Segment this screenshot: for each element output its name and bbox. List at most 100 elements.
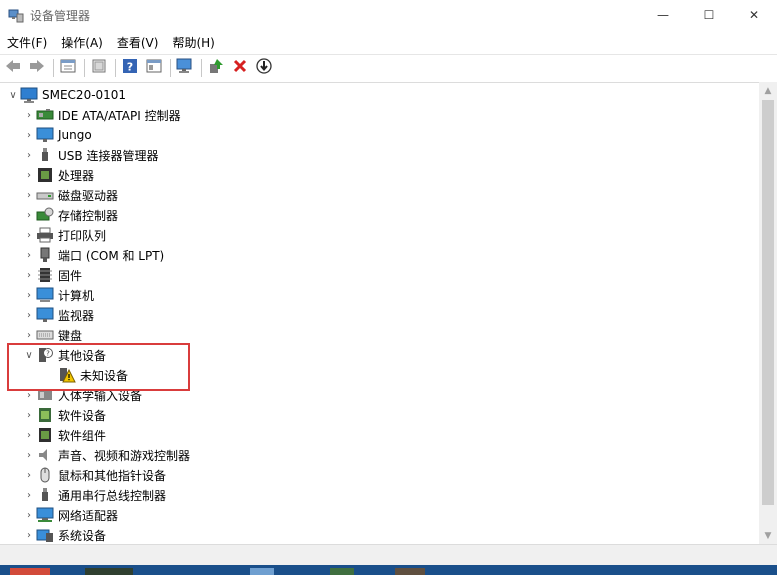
taskbar-app-icon[interactable]	[85, 568, 133, 575]
scan-hardware-button[interactable]	[174, 57, 196, 79]
tree-category[interactable]: › 打印队列	[0, 225, 759, 245]
monitor-icon	[36, 127, 54, 143]
scrollbar-thumb[interactable]	[762, 100, 774, 505]
collapse-toggle-icon[interactable]: ›	[22, 245, 36, 265]
tree-category[interactable]: › USB 连接器管理器	[0, 145, 759, 165]
tree-category[interactable]: › 监视器	[0, 305, 759, 325]
taskbar-app-icon[interactable]	[10, 568, 50, 575]
tree-root[interactable]: ∨ SMEC20-0101	[0, 85, 759, 105]
disable-button[interactable]	[253, 57, 275, 79]
computer-icon	[20, 87, 38, 103]
forward-icon	[28, 58, 46, 77]
svg-text:?: ?	[127, 61, 133, 74]
printer-icon	[36, 227, 54, 243]
collapse-toggle-icon[interactable]: ›	[22, 525, 36, 544]
tree-category[interactable]: › 磁盘驱动器	[0, 185, 759, 205]
menu-action[interactable]: 操作(A)	[54, 31, 110, 53]
collapse-toggle-icon[interactable]: ›	[22, 205, 36, 225]
tree-category[interactable]: › 鼠标和其他指针设备	[0, 465, 759, 485]
tree-category[interactable]: › 通用串行总线控制器	[0, 485, 759, 505]
tree-category[interactable]: › IDE ATA/ATAPI 控制器	[0, 105, 759, 125]
collapse-toggle-icon[interactable]: ›	[22, 145, 36, 165]
forward-button[interactable]	[26, 57, 48, 79]
collapse-toggle-icon[interactable]: ›	[22, 485, 36, 505]
taskbar-app-icon[interactable]	[330, 568, 354, 575]
tree-category[interactable]: › 软件设备	[0, 405, 759, 425]
toolbar: ?	[0, 54, 777, 80]
collapse-toggle-icon[interactable]: ›	[22, 445, 36, 465]
audio-icon	[36, 447, 54, 463]
keyboard-icon	[36, 327, 54, 343]
processor-icon	[36, 167, 54, 183]
collapse-toggle-icon[interactable]: ›	[22, 285, 36, 305]
collapse-toggle-icon[interactable]: ›	[22, 505, 36, 525]
menu-bar: 文件(F) 操作(A) 查看(V) 帮助(H)	[0, 31, 777, 53]
collapse-toggle-icon[interactable]: ›	[22, 325, 36, 345]
toolbar-separator	[170, 58, 171, 77]
print-button[interactable]	[88, 57, 110, 79]
update-driver-button[interactable]	[205, 57, 227, 79]
device-tree-list: ∨ SMEC20-0101 › IDE ATA/ATAPI 控制器 › Jung…	[0, 85, 759, 544]
tree-category[interactable]: › 计算机	[0, 285, 759, 305]
tree-category[interactable]: › 声音、视频和游戏控制器	[0, 445, 759, 465]
collapse-toggle-icon[interactable]: ›	[22, 265, 36, 285]
maximize-button[interactable]: ☐	[686, 0, 732, 30]
uninstall-button[interactable]	[229, 57, 251, 79]
tree-category-label: 通用串行总线控制器	[58, 488, 167, 503]
tree-category[interactable]: › 系统设备	[0, 525, 759, 544]
menu-file[interactable]: 文件(F)	[0, 31, 54, 53]
annotation-highlight-box	[7, 343, 190, 391]
minimize-button[interactable]: —	[640, 0, 686, 30]
software-device-icon	[36, 407, 54, 423]
scan-hardware-icon	[176, 58, 194, 77]
view-button[interactable]	[143, 57, 165, 79]
minimize-icon: —	[657, 8, 669, 22]
collapse-toggle-icon[interactable]: ›	[22, 165, 36, 185]
port-icon	[36, 247, 54, 263]
disable-icon	[256, 58, 272, 77]
monitor-icon	[36, 307, 54, 323]
collapse-toggle-icon[interactable]: ›	[22, 465, 36, 485]
tree-category[interactable]: › 处理器	[0, 165, 759, 185]
tree-category-label: 存储控制器	[58, 208, 119, 223]
tree-category-label: 处理器	[58, 168, 95, 183]
collapse-toggle-icon[interactable]: ›	[22, 105, 36, 125]
tree-category[interactable]: › 存储控制器	[0, 205, 759, 225]
disk-drive-icon	[36, 187, 54, 203]
collapse-toggle-icon[interactable]: ›	[22, 405, 36, 425]
tree-category[interactable]: › 固件	[0, 265, 759, 285]
tree-category-label: 磁盘驱动器	[58, 188, 119, 203]
device-tree: ∨ SMEC20-0101 › IDE ATA/ATAPI 控制器 › Jung…	[0, 82, 777, 544]
close-button[interactable]: ✕	[731, 0, 777, 30]
collapse-toggle-icon[interactable]: ›	[22, 225, 36, 245]
uninstall-icon	[232, 58, 248, 77]
tree-category[interactable]: › Jungo	[0, 125, 759, 145]
taskbar-app-icon[interactable]	[250, 568, 274, 575]
tree-category[interactable]: › 键盘	[0, 325, 759, 345]
tree-category-label: IDE ATA/ATAPI 控制器	[58, 108, 181, 123]
toolbar-separator	[115, 58, 116, 77]
tree-category[interactable]: › 网络适配器	[0, 505, 759, 525]
tree-category[interactable]: › 端口 (COM 和 LPT)	[0, 245, 759, 265]
scroll-down-icon[interactable]: ▼	[759, 527, 777, 544]
collapse-toggle-icon[interactable]: ›	[22, 305, 36, 325]
properties-button[interactable]	[57, 57, 79, 79]
menu-view[interactable]: 查看(V)	[110, 31, 166, 53]
help-icon: ?	[122, 58, 138, 77]
help-button[interactable]: ?	[119, 57, 141, 79]
usb-icon	[36, 147, 54, 163]
tree-category-label: 系统设备	[58, 528, 107, 543]
back-button[interactable]	[2, 57, 24, 79]
collapse-toggle-icon[interactable]: ›	[22, 185, 36, 205]
print-icon	[91, 58, 107, 77]
menu-help[interactable]: 帮助(H)	[165, 31, 221, 53]
taskbar-app-icon[interactable]	[395, 568, 425, 575]
collapse-toggle-icon[interactable]: ›	[22, 425, 36, 445]
collapse-toggle-icon[interactable]: ›	[22, 125, 36, 145]
window-title: 设备管理器	[30, 9, 91, 23]
vertical-scrollbar[interactable]: ▲ ▼	[759, 82, 777, 544]
expand-toggle-icon[interactable]: ∨	[6, 85, 20, 105]
scroll-up-icon[interactable]: ▲	[759, 82, 777, 99]
tree-category[interactable]: › 软件组件	[0, 425, 759, 445]
tree-category-label: USB 连接器管理器	[58, 148, 159, 163]
